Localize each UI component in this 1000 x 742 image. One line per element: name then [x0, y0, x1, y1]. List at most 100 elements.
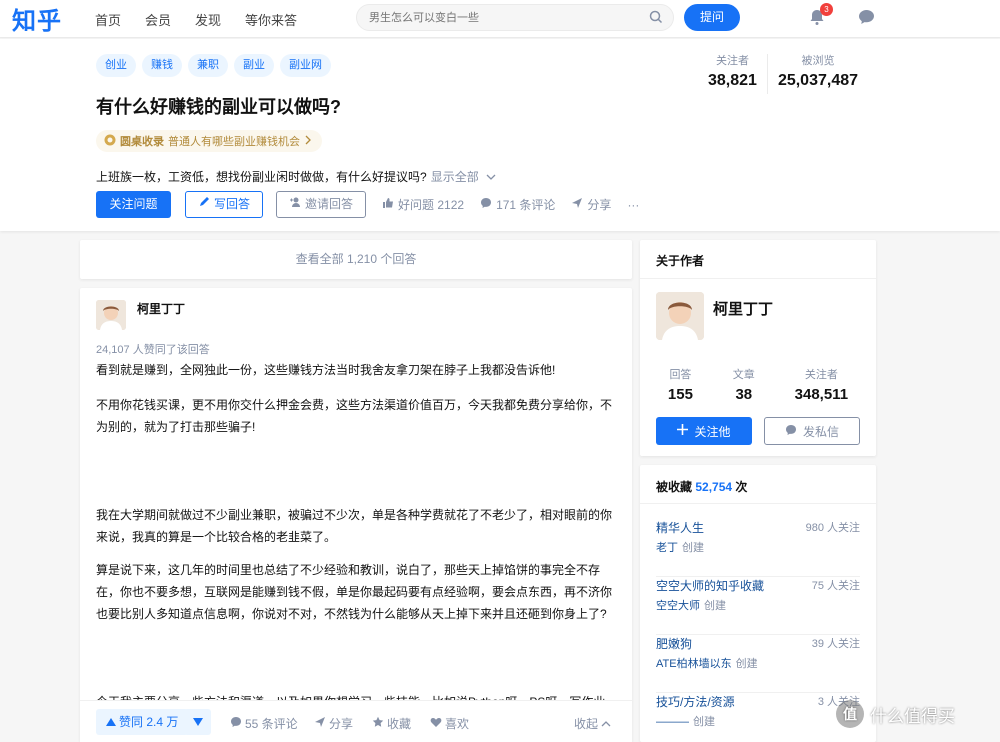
- good-question-label: 好问题 2122: [398, 198, 465, 212]
- question-title[interactable]: 有什么好赚钱的副业可以做吗?: [96, 93, 341, 119]
- topic-tag[interactable]: 副业网: [280, 54, 331, 77]
- invite-answer-button[interactable]: 邀请回答: [276, 191, 367, 218]
- ask-question-button[interactable]: 提问: [684, 4, 740, 31]
- about-author-name[interactable]: 柯里丁丁: [713, 298, 773, 319]
- author-articles-stat[interactable]: 文章 38: [733, 366, 755, 403]
- topic-tag[interactable]: 副业: [234, 54, 274, 77]
- like-label: 喜欢: [445, 717, 470, 731]
- collection-creator-line: ATE柏林墙以东 创建: [656, 655, 758, 671]
- divider: [640, 503, 876, 504]
- nav-waiting-answers[interactable]: 等你来答: [245, 10, 297, 29]
- avatar[interactable]: [96, 300, 126, 330]
- collection-name[interactable]: 技巧/方法/资源: [656, 693, 735, 710]
- more-options-button[interactable]: ···: [627, 198, 639, 212]
- collect-button[interactable]: 收藏: [372, 715, 411, 732]
- roundtable-link[interactable]: 圆桌收录 普通人有哪些副业赚钱机会: [96, 130, 322, 152]
- collection-creator[interactable]: 空空大师: [656, 600, 700, 612]
- about-author-card: 关于作者 柯里丁丁 回答 155 文章 38 关注者 348,511 关注他 发…: [640, 240, 876, 456]
- collection-item: 空空大师的知乎收藏 空空大师 创建 75 人关注: [656, 577, 860, 635]
- watermark-text: 什么值得买: [870, 706, 955, 726]
- collection-item: 精华人生 老丁 创建 980 人关注: [656, 519, 860, 577]
- followers-label: 关注者: [715, 55, 749, 67]
- collection-name[interactable]: 空空大师的知乎收藏: [656, 577, 764, 594]
- share-icon: [571, 197, 583, 212]
- topic-tag[interactable]: 赚钱: [142, 54, 182, 77]
- answer-paragraph: 我在大学期间就做过不少副业兼职，被骗过不少次，单是各种学费就花了不老少了，相对眼…: [96, 508, 613, 544]
- invite-answer-label: 邀请回答: [305, 197, 354, 211]
- created-label: 创建: [693, 716, 715, 728]
- vote-count-text: 24,107 人赞同了该回答: [96, 344, 210, 356]
- collapse-button[interactable]: 收起: [574, 715, 611, 732]
- collection-creator-line: 空空大师 创建: [656, 597, 726, 613]
- question-comments-button[interactable]: 171 条评论: [480, 196, 555, 213]
- heart-icon: [430, 716, 442, 731]
- answer-share-button[interactable]: 分享: [314, 715, 353, 732]
- roundtable-title: 普通人有哪些副业赚钱机会: [168, 136, 300, 148]
- share-icon: [314, 716, 326, 731]
- like-button[interactable]: 喜欢: [430, 715, 469, 732]
- collections-title-prefix: 被收藏: [656, 480, 693, 494]
- author-answers-stat[interactable]: 回答 155: [668, 366, 693, 403]
- collection-item: 肥嫩狗 ATE柏林墙以东 创建 39 人关注: [656, 635, 860, 693]
- notification-badge: 3: [820, 3, 833, 16]
- topic-tag[interactable]: 创业: [96, 54, 136, 77]
- send-message-label: 发私信: [802, 424, 839, 439]
- triangle-up-icon: [106, 709, 116, 735]
- question-comments-label: 171 条评论: [496, 198, 556, 212]
- followers-stat[interactable]: 关注者 38,821: [708, 52, 757, 94]
- topic-tags: 创业 赚钱 兼职 副业 副业网: [96, 54, 331, 77]
- follow-author-label: 关注他: [694, 424, 731, 439]
- site-watermark: 值 什么值得买: [836, 700, 955, 728]
- collection-creator[interactable]: ATE柏林墙以东: [656, 658, 732, 670]
- follow-author-button[interactable]: 关注他: [656, 417, 752, 445]
- stat-divider: [766, 54, 768, 94]
- answer-paragraph: 算是说下来，这几年的时间里也总结了不少经验和教训，说白了，那些天上掉馅饼的事完全…: [96, 563, 613, 621]
- nav-vip[interactable]: 会员: [145, 10, 171, 29]
- write-answer-button[interactable]: 写回答: [185, 191, 264, 218]
- answer-share-label: 分享: [329, 717, 354, 731]
- search-input[interactable]: [357, 5, 637, 30]
- good-question-button[interactable]: 好问题 2122: [382, 196, 464, 213]
- plus-icon: [677, 424, 689, 438]
- description-text: 上班族一枚，工资低，想找份副业闲时做做，有什么好提议吗?: [96, 170, 427, 184]
- answer-content: 看到就是赚到，全网独此一份，这些赚钱方法当时我舍友拿刀架在脖子上我都没告诉他! …: [96, 359, 618, 713]
- collapse-label: 收起: [574, 717, 599, 731]
- search-box: [356, 4, 674, 31]
- question-share-button[interactable]: 分享: [571, 196, 611, 213]
- collection-name[interactable]: 精华人生: [656, 519, 704, 536]
- author-name[interactable]: 柯里丁丁: [137, 300, 185, 317]
- answer-comments-button[interactable]: 55 条评论: [230, 715, 298, 732]
- about-author-title: 关于作者: [656, 254, 705, 268]
- follow-question-button[interactable]: 关注问题: [96, 191, 171, 218]
- watermark-logo: 值: [836, 700, 864, 728]
- collection-creator[interactable]: ———: [656, 716, 689, 728]
- nav-home[interactable]: 首页: [95, 10, 121, 29]
- upvote-label: 赞同 2.4 万: [119, 715, 179, 729]
- downvote-button[interactable]: [184, 709, 211, 735]
- star-icon: [372, 716, 384, 731]
- answer-paragraph: 不用你花钱买课，更不用你交什么押金会费，这些方法渠道价值百万，今天我都免费分享给…: [96, 398, 613, 434]
- avatar[interactable]: [656, 292, 704, 340]
- collections-count: 52,754: [695, 480, 733, 494]
- author-followers-stat[interactable]: 关注者 348,511: [795, 366, 848, 403]
- show-all-button[interactable]: 显示全部: [431, 170, 496, 184]
- question-header: 创业 赚钱 兼职 副业 副业网 有什么好赚钱的副业可以做吗? 圆桌收录 普通人有…: [0, 39, 1000, 231]
- comment-icon: [230, 716, 242, 731]
- triangle-down-icon: [192, 713, 203, 731]
- search-icon[interactable]: [649, 10, 663, 29]
- views-stat: 被浏览 25,037,487: [778, 52, 858, 94]
- upvote-button[interactable]: 赞同 2.4 万: [96, 709, 189, 735]
- collection-name[interactable]: 肥嫩狗: [656, 635, 692, 652]
- answer-action-bar: 赞同 2.4 万 55 条评论 分享 收藏 喜欢 收起: [80, 700, 632, 742]
- topic-tag[interactable]: 兼职: [188, 54, 228, 77]
- roundtable-label: 圆桌收录: [120, 136, 164, 148]
- view-all-answers-link[interactable]: 查看全部 1,210 个回答: [80, 240, 632, 279]
- collection-creator[interactable]: 老丁: [656, 542, 678, 554]
- send-message-button[interactable]: 发私信: [764, 417, 860, 445]
- answer-comments-label: 55 条评论: [245, 717, 298, 731]
- messages-icon[interactable]: [858, 9, 875, 30]
- zhihu-logo[interactable]: 知乎: [12, 1, 62, 36]
- followers-count: 38,821: [708, 72, 757, 89]
- nav-explore[interactable]: 发现: [195, 10, 221, 29]
- question-share-label: 分享: [587, 198, 612, 212]
